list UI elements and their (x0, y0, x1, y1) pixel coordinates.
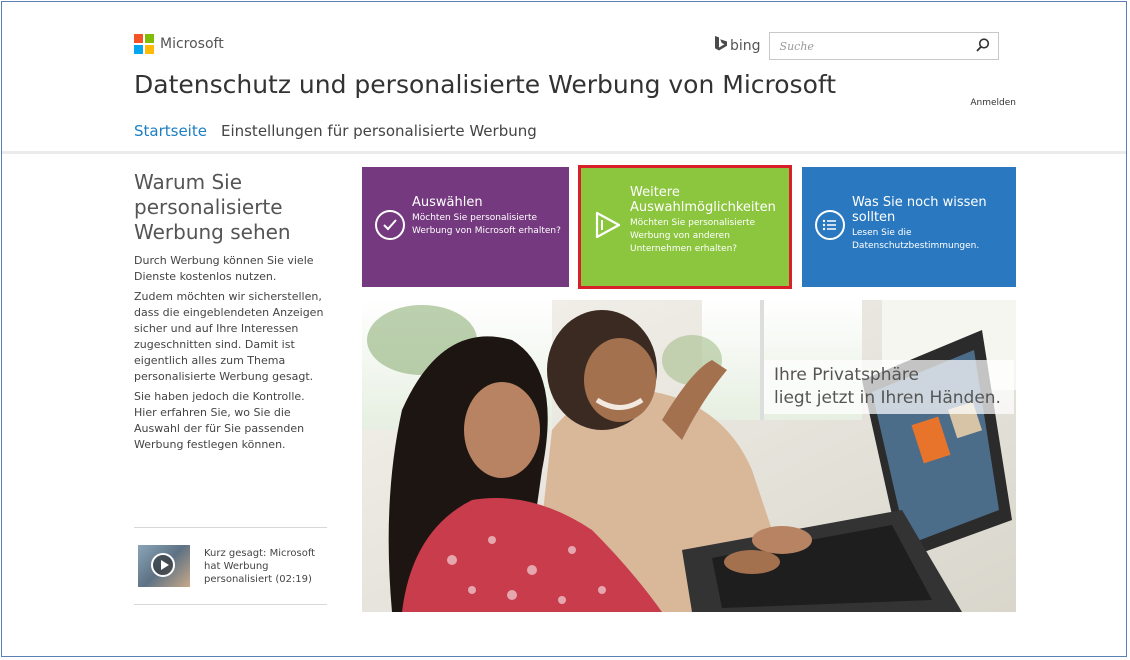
tile-know-title: Was Sie noch wissen sollten (852, 195, 987, 225)
search-icon[interactable] (975, 37, 990, 56)
tile-choose-subtitle: Möchten Sie personalisierte Werbung von … (412, 213, 561, 236)
microsoft-logo-icon (134, 34, 154, 54)
search-placeholder: Suche (779, 39, 814, 53)
microsoft-logo[interactable]: Microsoft (134, 34, 224, 54)
signin-link[interactable]: Anmelden (970, 98, 1016, 108)
header-divider (2, 151, 1126, 154)
tile-choose[interactable]: Auswählen Möchten Sie personalisierte We… (362, 167, 569, 287)
hero-caption: Ihre Privatsphäre liegt jetzt in Ihren H… (764, 360, 1014, 414)
bing-icon (714, 35, 728, 57)
nav-item-ad-settings[interactable]: Einstellungen für personalisierte Werbun… (221, 122, 537, 140)
microsoft-brand-text: Microsoft (160, 36, 224, 52)
video-label[interactable]: Kurz gesagt: Microsoft hat Werbung perso… (204, 547, 324, 586)
bing-search-area: bing Suche (714, 32, 999, 60)
bing-logo[interactable]: bing (714, 35, 761, 57)
tile-choose-title: Auswählen (412, 195, 483, 210)
hero-caption-line2: liegt jetzt in Ihren Händen. (774, 388, 1001, 408)
tile-more-text: Weitere Auswahlmöglichkeiten Möchten Sie… (630, 185, 784, 256)
tile-know-subtitle: Lesen Sie die Datenschutzbestimmungen. (852, 228, 980, 251)
sidebar-paragraph: Durch Werbung können Sie viele Dienste k… (134, 254, 314, 283)
list-icon (815, 210, 845, 240)
hero-image: Ihre Privatsphäre liegt jetzt in Ihren H… (362, 300, 1016, 612)
sidebar-paragraph: Zudem möchten wir sicherstellen, dass di… (134, 290, 324, 383)
page-frame: Microsoft bing Suche Datenschutz und per… (1, 1, 1127, 657)
tile-more-choices[interactable]: Weitere Auswahlmöglichkeiten Möchten Sie… (578, 165, 792, 289)
tile-choose-text: Auswählen Möchten Sie personalisierte We… (412, 195, 563, 238)
tile-know-text: Was Sie noch wissen sollten Lesen Sie di… (852, 195, 1010, 253)
sidebar: Warum Sie personalisierte Werbung sehen … (134, 170, 330, 457)
search-input[interactable]: Suche (768, 32, 999, 60)
checkmark-icon (375, 210, 405, 240)
nav-item-startseite[interactable]: Startseite (134, 122, 207, 140)
sidebar-paragraph: Sie haben jedoch die Kontrolle. Hier erf… (134, 390, 305, 451)
hero-caption-line1: Ihre Privatsphäre (774, 365, 919, 385)
tile-good-to-know[interactable]: Was Sie noch wissen sollten Lesen Sie di… (802, 167, 1016, 287)
play-icon[interactable] (151, 553, 175, 577)
hero-illustration (362, 300, 1016, 612)
play-outline-icon (593, 210, 623, 240)
main-nav: Startseite Einstellungen für personalisi… (134, 122, 537, 140)
page-title: Datenschutz und personalisierte Werbung … (134, 70, 837, 99)
sidebar-heading: Warum Sie personalisierte Werbung sehen (134, 170, 291, 244)
video-thumbnail[interactable] (138, 545, 190, 587)
video-link[interactable]: Kurz gesagt: Microsoft hat Werbung perso… (134, 527, 327, 605)
tile-more-title: Weitere Auswahlmöglichkeiten (630, 185, 776, 215)
tile-more-subtitle: Möchten Sie personalisierte Werbung von … (630, 218, 756, 254)
bing-label: bing (730, 38, 761, 54)
